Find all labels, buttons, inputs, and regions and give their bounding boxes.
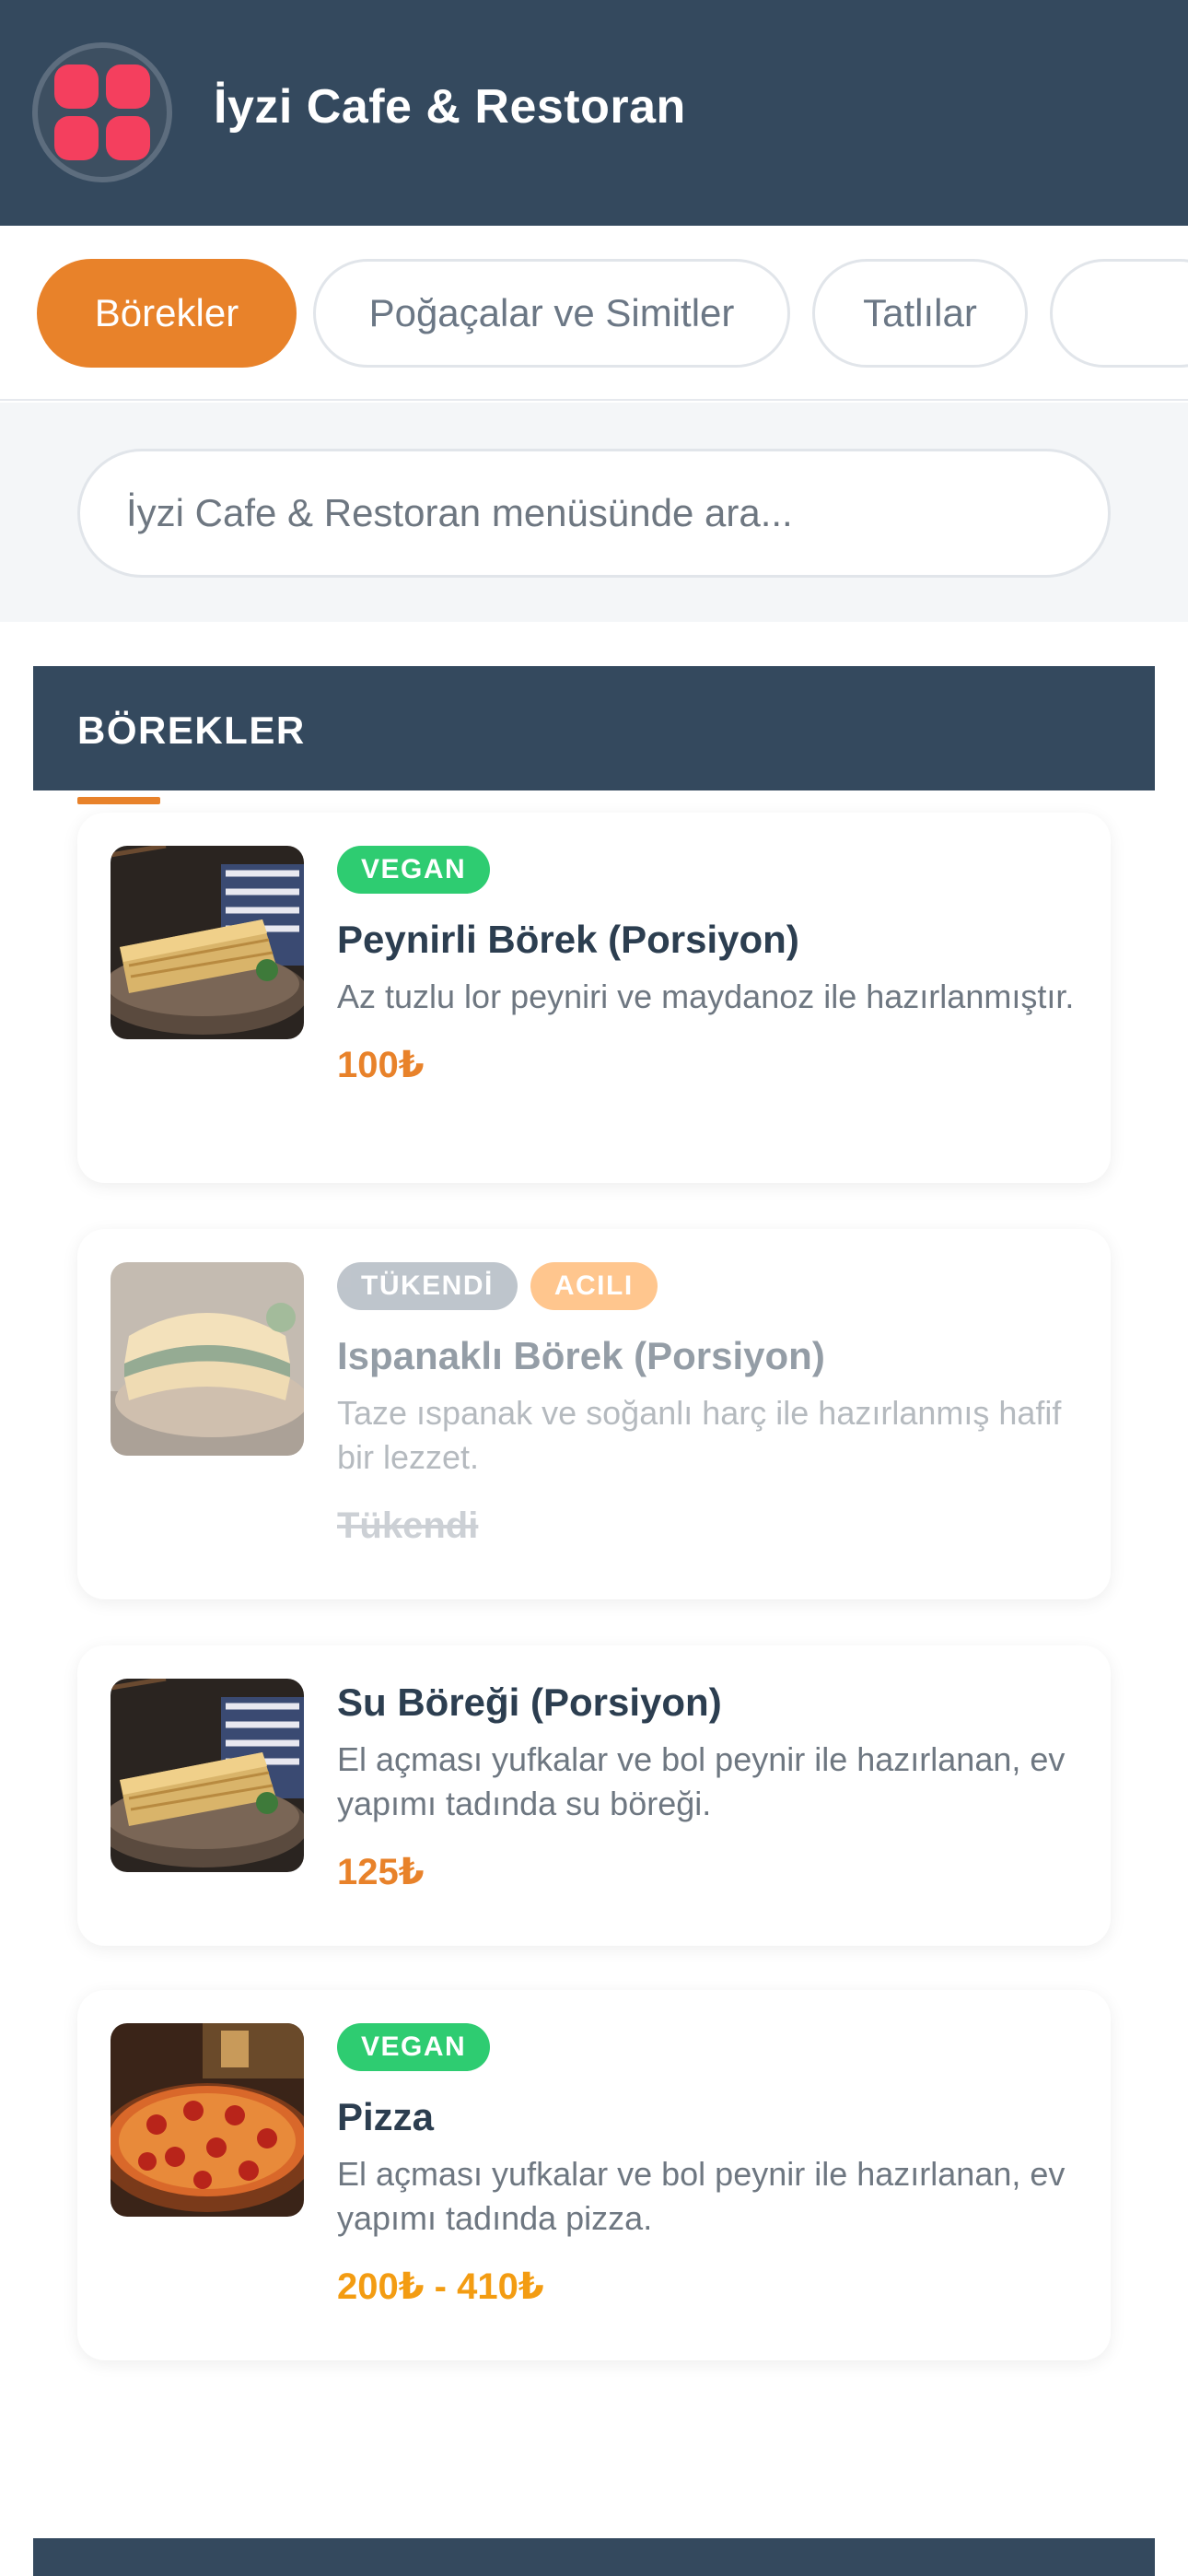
- section-title: BÖREKLER: [77, 708, 306, 752]
- menu-item-card[interactable]: VEGAN Pizza El açması yufkalar ve bol pe…: [77, 1990, 1111, 2360]
- menu-item-body: Su Böreği (Porsiyon) El açması yufkalar …: [337, 1679, 1077, 1896]
- logo-grid-icon: [54, 64, 150, 160]
- tab-tatlilar[interactable]: Tatlılar: [812, 259, 1028, 368]
- sold-out-badge: TÜKENDİ: [337, 1262, 518, 1310]
- next-section-header: [33, 2538, 1155, 2576]
- menu-item-card[interactable]: VEGAN Peynirli Börek (Porsiyon) Az tuzlu…: [77, 813, 1111, 1183]
- item-description: Az tuzlu lor peyniri ve maydanoz ile haz…: [337, 978, 1075, 1015]
- item-description: Taze ıspanak ve soğanlı harç ile hazırla…: [337, 1394, 1062, 1476]
- vegan-badge: VEGAN: [337, 846, 491, 894]
- pizza-photo: [111, 2023, 304, 2217]
- item-price: 125₺: [337, 1852, 425, 1892]
- item-price-range: 200₺ - 410₺: [337, 2266, 544, 2307]
- menu-item-body: VEGAN Pizza El açması yufkalar ve bol pe…: [337, 2023, 1077, 2311]
- item-description: El açması yufkalar ve bol peynir ile haz…: [337, 1740, 1066, 1822]
- restaurant-logo[interactable]: [32, 42, 172, 182]
- item-name: Peynirli Börek (Porsiyon): [337, 918, 799, 961]
- item-price-sold-out: Tükendi: [337, 1505, 479, 1546]
- badge-row: TÜKENDİ ACILI: [337, 1262, 1077, 1310]
- borek-photo: [111, 1679, 304, 1872]
- item-name: Su Böreği (Porsiyon): [337, 1680, 722, 1724]
- tab-borekler[interactable]: Börekler: [37, 259, 297, 368]
- item-name: Pizza: [337, 2095, 435, 2138]
- section-underline: [77, 797, 160, 804]
- category-tabs: Börekler Poğaçalar ve Simitler Tatlılar: [0, 226, 1188, 401]
- menu-search-input[interactable]: [77, 449, 1111, 578]
- menu-item-card-sold-out[interactable]: TÜKENDİ ACILI Ispanaklı Börek (Porsiyon)…: [77, 1229, 1111, 1599]
- menu-item-card[interactable]: Su Böreği (Porsiyon) El açması yufkalar …: [77, 1645, 1111, 1946]
- tab-more-category[interactable]: [1050, 259, 1188, 368]
- item-description: El açması yufkalar ve bol peynir ile haz…: [337, 2155, 1066, 2237]
- spicy-badge: ACILI: [530, 1262, 658, 1310]
- section-header: BÖREKLER: [33, 666, 1155, 790]
- search-area: [0, 403, 1188, 622]
- vegan-badge: VEGAN: [337, 2023, 491, 2071]
- borek-photo: [111, 846, 304, 1039]
- menu-item-body: TÜKENDİ ACILI Ispanaklı Börek (Porsiyon)…: [337, 1262, 1077, 1550]
- app-header: İyzi Cafe & Restoran: [0, 0, 1188, 226]
- spinach-borek-photo: [111, 1262, 304, 1456]
- badge-row: VEGAN: [337, 846, 1077, 894]
- restaurant-title: İyzi Cafe & Restoran: [214, 80, 686, 134]
- item-price: 100₺: [337, 1045, 425, 1085]
- badge-row: VEGAN: [337, 2023, 1077, 2071]
- tab-pogacalar-ve-simitler[interactable]: Poğaçalar ve Simitler: [313, 259, 790, 368]
- menu-item-body: VEGAN Peynirli Börek (Porsiyon) Az tuzlu…: [337, 846, 1077, 1089]
- item-name: Ispanaklı Börek (Porsiyon): [337, 1334, 825, 1377]
